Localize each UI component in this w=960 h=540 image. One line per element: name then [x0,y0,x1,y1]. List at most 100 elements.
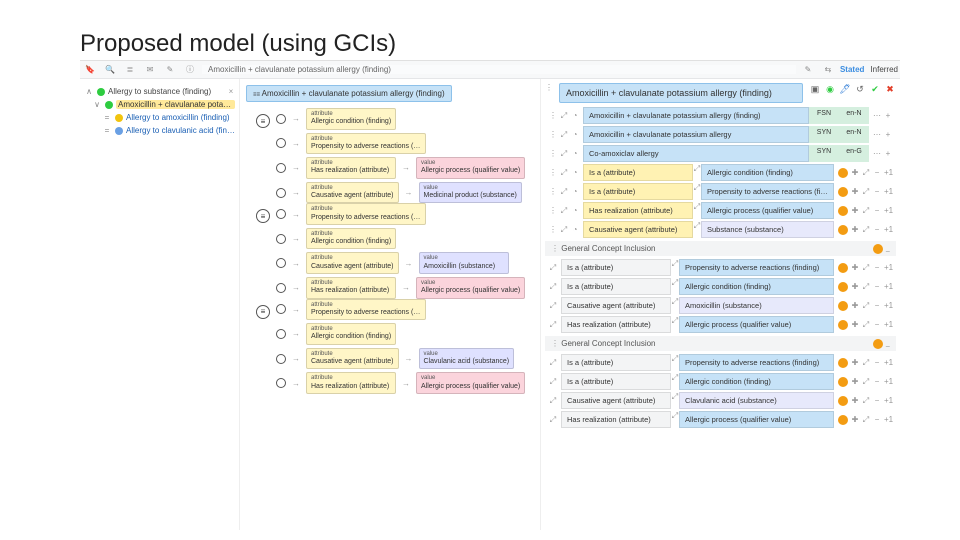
relationship-val[interactable]: Allergic condition (finding) [679,373,834,390]
tree-selected[interactable]: ∨ Amoxicillin + clavulanate potassium al… [84,98,235,111]
status-icon[interactable]: ◔ [571,149,579,158]
expand-icon[interactable]: ⤢ [671,297,679,314]
accept-icon[interactable]: ◉ [824,83,836,95]
description-text[interactable]: Amoxicillin + clavulanate potassium alle… [583,107,809,124]
priority-icon[interactable] [838,358,848,368]
attribute-chip[interactable]: attributePropensity to adverse reactions… [306,299,426,321]
relationship-val[interactable]: Clavulanic acid (substance) [679,392,834,409]
relationship-attr[interactable]: Causative agent (attribute) [561,392,671,409]
tree-parent[interactable]: ∧ Allergy to substance (finding) × [84,85,235,98]
description-text[interactable]: Co-amoxiclav allergy [583,145,809,162]
priority-icon[interactable] [838,301,848,311]
priority-icon[interactable] [838,320,848,330]
collapse-icon[interactable]: ∧ [84,87,94,96]
value-chip[interactable]: valueAllergic process (qualifier value) [416,157,525,179]
priority-icon[interactable] [838,415,848,425]
drag-handle-icon[interactable]: ⋮ [545,83,553,92]
relationship-attr[interactable]: Causative agent (attribute) [583,221,693,238]
tree-child[interactable]: =Allergy to clavulanic acid (finding) [84,124,235,137]
more-icon[interactable]: ⋯ [873,130,881,139]
relationship-val[interactable]: Allergic process (qualifier value) [679,411,834,428]
value-chip[interactable]: valueAmoxicillin (substance) [419,252,509,274]
expand-icon[interactable]: ⤢ [862,301,870,311]
expand-icon[interactable]: ⤢ [862,282,870,292]
priority-icon[interactable] [873,244,883,254]
status-icon[interactable]: ◔ [571,187,579,196]
priority-icon[interactable] [838,282,848,292]
expand-icon[interactable]: ⤢ [549,301,557,311]
drag-handle-icon[interactable]: ⋮ [549,225,557,234]
relationship-attr[interactable]: Is a (attribute) [561,259,671,276]
attribute-chip[interactable]: attributePropensity to adverse reactions… [306,133,426,155]
drag-handle-icon[interactable]: ⋮ [549,149,557,158]
minus-icon[interactable]: − [873,225,881,234]
plus-icon[interactable]: + [884,130,892,139]
accept-icon[interactable]: ✚ [851,206,859,215]
expand-icon[interactable]: ⤢ [671,354,679,371]
description-text[interactable]: Amoxicillin + clavulanate potassium alle… [583,126,809,143]
drag-handle-icon[interactable]: ⋮ [549,168,557,177]
expand-icon[interactable]: ⤢ [671,373,679,390]
drag-handle-icon[interactable]: ⋮ [549,206,557,215]
attribute-chip[interactable]: attributeHas realization (attribute) [306,157,396,179]
minus-icon[interactable]: − [873,206,881,215]
relationship-attr[interactable]: Has realization (attribute) [561,316,671,333]
minus-icon[interactable]: − [873,263,881,272]
expand-icon[interactable]: ⤢ [671,278,679,295]
attribute-chip[interactable]: attributeHas realization (attribute) [306,277,396,299]
search-icon[interactable]: 🔍 [102,65,118,74]
compose-icon[interactable]: ✎ [162,65,178,74]
expand-icon[interactable]: ⤢ [862,187,870,197]
close-icon[interactable]: × [227,87,235,96]
accept-icon[interactable]: ✚ [851,301,859,310]
minus-icon[interactable]: − [873,415,881,424]
relationship-val[interactable]: Propensity to adverse reactions (finding… [701,183,834,200]
relationship-val[interactable]: Allergic condition (finding) [679,278,834,295]
accept-icon[interactable]: ✚ [851,396,859,405]
clipboard-icon[interactable]: ▣ [809,83,821,95]
equivalence-node-icon[interactable]: ≡ [256,209,270,223]
expand-icon[interactable]: ⤢ [693,202,701,219]
accept-icon[interactable]: ✚ [851,225,859,234]
relationship-attr[interactable]: Is a (attribute) [561,354,671,371]
attribute-chip[interactable]: attributePropensity to adverse reactions… [306,203,426,225]
drag-handle-icon[interactable]: ⋮ [551,244,559,253]
stated-label[interactable]: Stated [840,65,864,74]
tree-icon[interactable]: ≣ [122,65,138,74]
relationship-val[interactable]: Allergic process (qualifier value) [679,316,834,333]
relationship-val[interactable]: Allergic condition (finding) [701,164,834,181]
expand-icon[interactable]: ⤢ [862,377,870,387]
accept-icon[interactable]: ✚ [851,377,859,386]
relationship-val[interactable]: Propensity to adverse reactions (finding… [679,259,834,276]
view-toggle[interactable]: Stated Inferred [840,65,898,74]
plus-icon[interactable]: + [884,149,892,158]
expand-icon[interactable]: ⤢ [671,259,679,276]
accept-icon[interactable]: ✚ [851,168,859,177]
expand-icon[interactable]: ⤢ [693,164,701,181]
relationship-attr[interactable]: Has realization (attribute) [583,202,693,219]
attribute-chip[interactable]: attributeCausative agent (attribute) [306,348,399,370]
minus-icon[interactable]: − [873,396,881,405]
priority-icon[interactable] [873,339,883,349]
accept-icon[interactable]: ✚ [851,320,859,329]
priority-icon[interactable] [838,168,848,178]
relationship-val[interactable]: Allergic process (qualifier value) [701,202,834,219]
relationship-val[interactable]: Propensity to adverse reactions (finding… [679,354,834,371]
attribute-chip[interactable]: attributeAllergic condition (finding) [306,228,396,250]
expand-icon[interactable]: ⤢ [862,358,870,368]
expand-icon[interactable]: ⤢ [549,377,557,387]
expand-icon[interactable]: ⤢ [671,411,679,428]
expand-icon[interactable]: ⤢ [549,396,557,406]
minus-icon[interactable]: − [873,377,881,386]
expand-icon[interactable]: ⤢ [560,149,568,159]
expand-icon[interactable]: ⤢ [693,221,701,238]
edit-icon[interactable]: ✎ [800,65,816,74]
inferred-label[interactable]: Inferred [870,65,898,74]
expand-icon[interactable]: ⤢ [862,225,870,235]
tree-child[interactable]: =Allergy to amoxicillin (finding) [84,111,235,124]
status-icon[interactable]: ◔ [571,130,579,139]
minus-icon[interactable]: − [885,247,890,256]
priority-icon[interactable] [838,396,848,406]
check-icon[interactable]: ✔ [869,83,881,95]
status-icon[interactable]: ◔ [571,206,579,215]
